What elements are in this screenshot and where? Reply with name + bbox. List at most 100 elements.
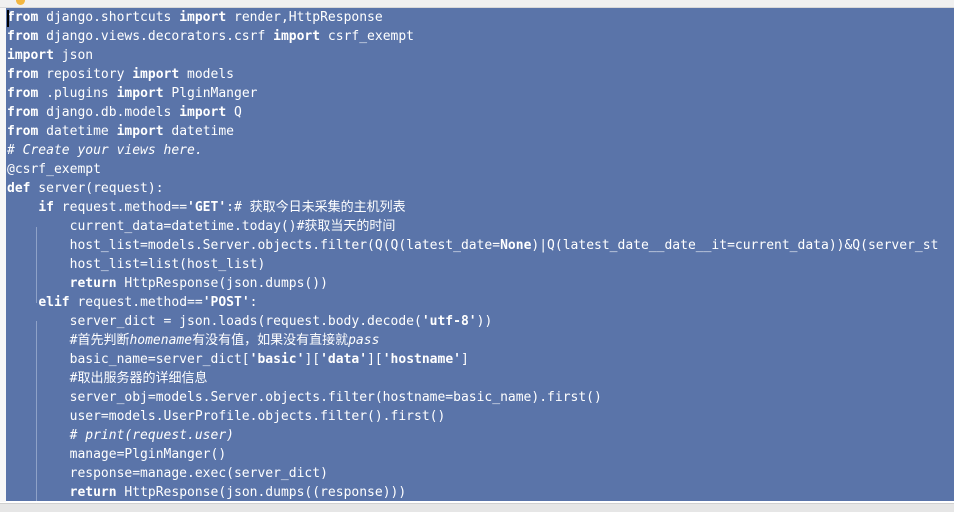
code-line[interactable]: server_dict = json.loads(request.body.de… — [7, 312, 493, 331]
code-token: host_list=list(host_list) — [7, 257, 266, 272]
code-line[interactable]: current_data=datetime.today()#获取当天的时间 — [7, 217, 396, 236]
code-token: 有没有值，如果没有直接就 — [192, 333, 349, 348]
code-token: user=models.UserProfile.objects.filter()… — [7, 409, 446, 424]
code-token: host_list=models.Server.objects.filter(Q… — [7, 238, 501, 253]
code-token: )) — [476, 314, 493, 329]
code-token: csrf_exempt — [320, 29, 415, 44]
code-line[interactable]: manage=PlginManger() — [7, 445, 227, 464]
code-line[interactable]: elif request.method=='POST': — [7, 293, 257, 312]
keyword-token: if — [38, 200, 54, 215]
code-line[interactable]: from django.db.models import Q — [7, 103, 242, 122]
code-line[interactable]: from django.shortcuts import render,Http… — [7, 8, 383, 27]
comment-token: pass — [348, 333, 380, 348]
editor-top-bar — [0, 0, 954, 8]
code-token: current_data=datetime.today()#获取当天的时间 — [7, 219, 396, 234]
string-token: 'GET' — [187, 200, 227, 215]
code-token: Q — [226, 105, 242, 120]
keyword-token: from — [7, 124, 39, 139]
code-token: response=manage.exec(server_dict) — [7, 466, 328, 481]
code-editor[interactable]: from django.shortcuts import render,Http… — [6, 8, 954, 501]
code-line[interactable]: from datetime import datetime — [7, 122, 234, 141]
keyword-token: import — [116, 86, 164, 101]
code-line[interactable]: user=models.UserProfile.objects.filter()… — [7, 407, 446, 426]
code-token: datetime — [38, 124, 117, 139]
code-line[interactable]: if request.method=='GET':# 获取今日未采集的主机列表 — [7, 198, 406, 217]
code-token: HttpResponse(json.dumps()) — [116, 276, 328, 291]
keyword-token: None — [500, 238, 532, 253]
code-line[interactable]: from .plugins import PlginManger — [7, 84, 257, 103]
code-line[interactable]: basic_name=server_dict['basic']['data'][… — [7, 350, 469, 369]
code-token: django.shortcuts — [38, 10, 180, 25]
code-token: #首先判断 — [7, 333, 130, 348]
code-line[interactable]: from repository import models — [7, 65, 234, 84]
string-token: 'hostname' — [382, 352, 461, 367]
code-line[interactable]: import json — [7, 46, 93, 65]
comment-token: # Create your views here. — [7, 143, 203, 158]
comment-token: # print(request.user) — [7, 428, 234, 443]
code-line[interactable]: # Create your views here. — [7, 141, 203, 160]
code-token: @csrf_exempt — [7, 162, 101, 177]
keyword-token: from — [7, 29, 39, 44]
code-token: basic_name=server_dict[ — [7, 352, 250, 367]
code-token: django.db.models — [38, 105, 180, 120]
code-line[interactable]: response=manage.exec(server_dict) — [7, 464, 328, 483]
string-token: 'data' — [320, 352, 368, 367]
code-token: HttpResponse(json.dumps((response))) — [116, 485, 407, 500]
code-line[interactable]: server_obj=models.Server.objects.filter(… — [7, 388, 602, 407]
code-token: server_obj=models.Server.objects.filter(… — [7, 390, 602, 405]
code-token: .plugins — [38, 86, 117, 101]
code-token: repository — [38, 67, 133, 82]
code-token: models — [179, 67, 234, 82]
code-line[interactable]: #首先判断homename有没有值，如果没有直接就pass — [7, 331, 380, 350]
code-token: django.views.decorators.csrf — [38, 29, 274, 44]
code-line[interactable]: #取出服务器的详细信息 — [7, 369, 208, 388]
string-token: 'POST' — [202, 295, 250, 310]
code-token: server(request): — [30, 181, 164, 196]
text-caret — [7, 10, 9, 27]
code-token: request.method== — [53, 200, 188, 215]
code-token: )|Q(latest_date__date__it=current_data))… — [531, 238, 939, 253]
keyword-token: from — [7, 105, 39, 120]
keyword-token: from — [7, 86, 39, 101]
keyword-token: from — [7, 10, 39, 25]
code-token: render,HttpResponse — [226, 10, 383, 25]
code-line[interactable]: host_list=models.Server.objects.filter(Q… — [7, 236, 939, 255]
keyword-token: import — [179, 10, 227, 25]
keyword-token: elif — [38, 295, 70, 310]
code-line[interactable]: def server(request): — [7, 179, 164, 198]
keyword-token: import — [7, 48, 54, 63]
comment-token: homename — [129, 333, 193, 348]
code-token: ] — [461, 352, 469, 367]
keyword-token: import — [116, 124, 164, 139]
code-token: PlginManger — [163, 86, 258, 101]
string-token: 'utf-8' — [421, 314, 477, 329]
keyword-token: from — [7, 67, 39, 82]
keyword-token: def — [7, 181, 31, 196]
code-token: ][ — [304, 352, 321, 367]
code-line[interactable]: return HttpResponse(json.dumps((response… — [7, 483, 407, 501]
keyword-token: return — [69, 485, 117, 500]
code-line[interactable]: # print(request.user) — [7, 426, 234, 445]
keyword-token: import — [273, 29, 321, 44]
code-token: request.method== — [69, 295, 203, 310]
code-token: #取出服务器的详细信息 — [7, 371, 208, 386]
code-token: manage=PlginManger() — [7, 447, 227, 462]
keyword-token: import — [179, 105, 227, 120]
string-token: 'basic' — [249, 352, 305, 367]
code-token: :# 获取今日未采集的主机列表 — [226, 200, 406, 215]
keyword-token: import — [132, 67, 180, 82]
code-token: : — [249, 295, 258, 310]
code-line[interactable]: return HttpResponse(json.dumps()) — [7, 274, 328, 293]
code-line[interactable]: from django.views.decorators.csrf import… — [7, 27, 414, 46]
keyword-token: return — [69, 276, 117, 291]
code-token: server_dict = json.loads(request.body.de… — [7, 314, 422, 329]
code-line[interactable]: @csrf_exempt — [7, 160, 101, 179]
code-token: datetime — [163, 124, 235, 139]
lightbulb-icon[interactable] — [16, 0, 25, 5]
code-line[interactable]: host_list=list(host_list) — [7, 255, 266, 274]
code-token: json — [53, 48, 94, 63]
code-token: ][ — [367, 352, 383, 367]
